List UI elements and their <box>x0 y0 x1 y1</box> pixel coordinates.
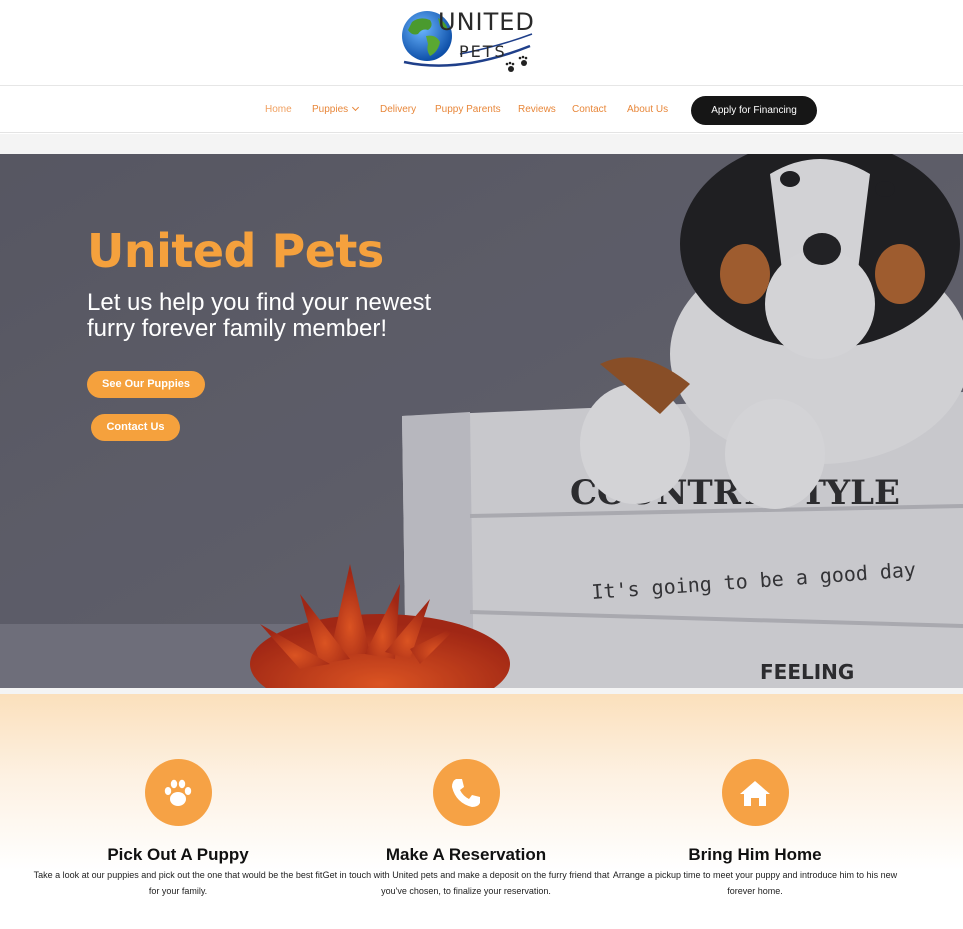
step-title: Bring Him Home <box>688 845 822 864</box>
hero-title: United Pets <box>87 224 384 278</box>
contact-us-button[interactable]: Contact Us <box>91 414 180 441</box>
step-icon-circle <box>144 759 212 826</box>
apply-financing-button[interactable]: Apply for Financing <box>691 96 817 125</box>
step-icon-circle <box>721 759 789 826</box>
home-icon <box>740 780 770 806</box>
chevron-down-icon <box>352 103 360 112</box>
step-make-reservation: Make A Reservation Get in touch with Uni… <box>321 759 611 899</box>
nav-contact[interactable]: Contact <box>572 104 606 115</box>
nav-puppies[interactable]: Puppies <box>312 103 360 115</box>
step-description: Get in touch with United pets and make a… <box>322 870 610 896</box>
nav-reviews[interactable]: Reviews <box>518 104 556 115</box>
logo-wordmark-united: UNITED <box>438 8 535 36</box>
step-title: Make A Reservation <box>385 845 547 864</box>
paw-prints-icon <box>505 55 528 72</box>
divider-strip <box>0 134 963 154</box>
nav-puppy-parents[interactable]: Puppy Parents <box>435 104 501 115</box>
nav-puppies-label: Puppies <box>312 104 349 115</box>
main-nav: Home Puppies Delivery Puppy Parents Revi… <box>0 87 963 133</box>
see-our-puppies-button[interactable]: See Our Puppies <box>87 371 205 398</box>
how-it-works-section: Pick Out A Puppy Take a look at our pupp… <box>0 694 963 929</box>
paw-icon <box>164 779 192 806</box>
nav-delivery[interactable]: Delivery <box>380 104 416 115</box>
step-pick-puppy: Pick Out A Puppy Take a look at our pupp… <box>33 759 323 899</box>
step-bring-home: Bring Him Home Arrange a pickup time to … <box>610 759 900 899</box>
step-description: Arrange a pickup time to meet your puppy… <box>612 870 898 896</box>
step-title: Pick Out A Puppy <box>107 845 249 864</box>
nav-about-us[interactable]: About Us <box>627 104 668 115</box>
hero-subtitle: Let us help you find your newest furry f… <box>87 289 432 342</box>
hero-banner: COUNTRY STYLE It's going to be a good da… <box>0 154 963 688</box>
step-icon-circle <box>432 759 500 826</box>
phone-icon <box>452 778 480 807</box>
nav-home[interactable]: Home <box>265 104 292 115</box>
logo-wordmark-pets: PETS <box>459 42 507 61</box>
site-header: UNITED PETS <box>0 0 963 86</box>
step-description: Take a look at our puppies and pick out … <box>33 870 323 896</box>
